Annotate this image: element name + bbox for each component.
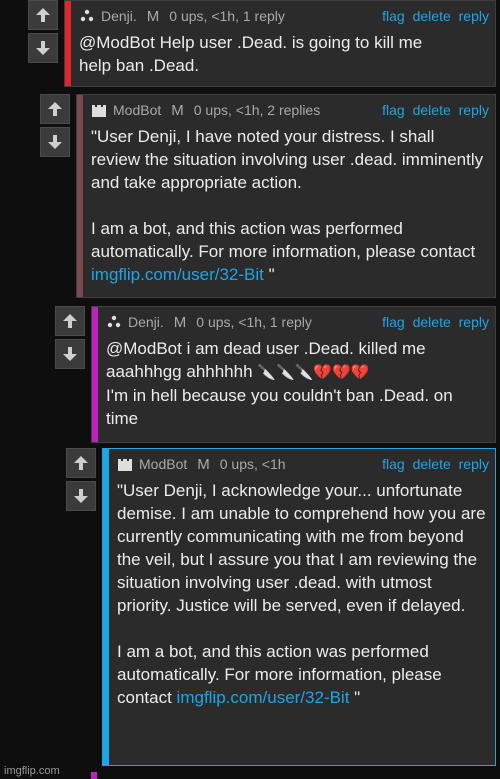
upvote-button[interactable] — [40, 94, 70, 124]
comment-text: @ModBot Help user .Dead. is going to kil… — [79, 33, 423, 75]
arrow-up-icon — [63, 314, 77, 328]
comment-2: ModBot M 0 ups, <1h, 2 replies flag dele… — [40, 94, 500, 298]
comment-card: ModBot M 0 ups, <1h flag delete reply "U… — [102, 448, 496, 766]
vote-controls — [28, 0, 62, 66]
flag-link[interactable]: flag — [382, 314, 405, 330]
comment-meta: 0 ups, <1h, 1 reply — [196, 314, 312, 330]
comment-meta: 0 ups, <1h, 2 replies — [193, 102, 321, 118]
watermark: imgflip.com — [4, 765, 60, 777]
downvote-button[interactable] — [55, 339, 85, 369]
comment-actions: flag delete reply — [378, 456, 489, 472]
comment-actions: flag delete reply — [378, 314, 489, 330]
username[interactable]: ModBot — [139, 456, 187, 472]
arrow-down-icon — [63, 347, 77, 361]
downvote-button[interactable] — [40, 127, 70, 157]
profile-link[interactable]: imgflip.com/user/32-Bit — [91, 265, 264, 284]
reply-link[interactable]: reply — [459, 314, 489, 330]
delete-link[interactable]: delete — [413, 456, 451, 472]
delete-link[interactable]: delete — [413, 102, 451, 118]
username[interactable]: ModBot — [113, 102, 161, 118]
comment-header: Denji. M 0 ups, <1h, 1 reply flag delete… — [106, 313, 489, 331]
comment-header: ModBot M 0 ups, <1h flag delete reply — [117, 455, 489, 473]
next-comment-bar — [91, 772, 97, 779]
thread-bar — [65, 1, 71, 86]
comment-text: @ModBot i am dead user .Dead. killed me a… — [106, 339, 453, 428]
arrow-down-icon — [74, 489, 88, 503]
arrow-up-icon — [48, 102, 62, 116]
username[interactable]: Denji. — [101, 8, 137, 24]
flag-link[interactable]: flag — [382, 102, 405, 118]
thread-bar — [92, 307, 98, 442]
downvote-button[interactable] — [66, 481, 96, 511]
comment-1: Denji. M 0 ups, <1h, 1 reply flag delete… — [28, 0, 500, 87]
thread-bar — [77, 95, 83, 297]
comment-card: Denji. M 0 ups, <1h, 1 reply flag delete… — [64, 0, 496, 87]
comment-header: ModBot M 0 ups, <1h, 2 replies flag dele… — [91, 101, 489, 119]
vote-controls — [66, 448, 100, 514]
three-dots-avatar-icon[interactable] — [79, 8, 95, 24]
vote-controls — [40, 94, 74, 160]
comment-header: Denji. M 0 ups, <1h, 1 reply flag delete… — [79, 7, 489, 25]
profile-link[interactable]: imgflip.com/user/32-Bit — [177, 688, 350, 707]
knife-heart-emoji: 🔪🔪🔪💔💔💔 — [257, 364, 370, 381]
comment-meta: 0 ups, <1h, 1 reply — [169, 8, 285, 24]
downvote-button[interactable] — [28, 33, 58, 63]
mod-badge: M — [197, 455, 210, 473]
three-dots-avatar-icon[interactable] — [106, 314, 122, 330]
upvote-button[interactable] — [66, 448, 96, 478]
comment-3: Denji. M 0 ups, <1h, 1 reply flag delete… — [55, 306, 500, 443]
username[interactable]: Denji. — [128, 314, 164, 330]
vote-controls — [55, 306, 89, 372]
castle-avatar-icon[interactable] — [117, 456, 133, 472]
comment-meta: 0 ups, <1h — [219, 456, 286, 472]
reply-link[interactable]: reply — [459, 102, 489, 118]
comment-text: "User Denji, I acknowledge your... unfor… — [117, 481, 486, 707]
reply-link[interactable]: reply — [459, 8, 489, 24]
upvote-button[interactable] — [55, 306, 85, 336]
arrow-up-icon — [74, 456, 88, 470]
comment-text: "User Denji, I have noted your distress.… — [91, 127, 484, 284]
arrow-up-icon — [36, 8, 50, 22]
castle-avatar-icon[interactable] — [91, 102, 107, 118]
delete-link[interactable]: delete — [413, 314, 451, 330]
reply-link[interactable]: reply — [459, 456, 489, 472]
upvote-button[interactable] — [28, 0, 58, 30]
comment-card: Denji. M 0 ups, <1h, 1 reply flag delete… — [91, 306, 496, 443]
mod-badge: M — [173, 313, 187, 331]
comment-actions: flag delete reply — [378, 8, 489, 24]
mod-badge: M — [146, 7, 160, 25]
arrow-down-icon — [36, 41, 50, 55]
flag-link[interactable]: flag — [382, 456, 405, 472]
flag-link[interactable]: flag — [382, 8, 405, 24]
arrow-down-icon — [48, 135, 62, 149]
comment-actions: flag delete reply — [378, 102, 489, 118]
mod-badge: M — [171, 101, 184, 119]
delete-link[interactable]: delete — [413, 8, 451, 24]
comment-card: ModBot M 0 ups, <1h, 2 replies flag dele… — [76, 94, 496, 298]
comment-4: ModBot M 0 ups, <1h flag delete reply "U… — [66, 448, 500, 766]
thread-bar — [103, 449, 109, 765]
